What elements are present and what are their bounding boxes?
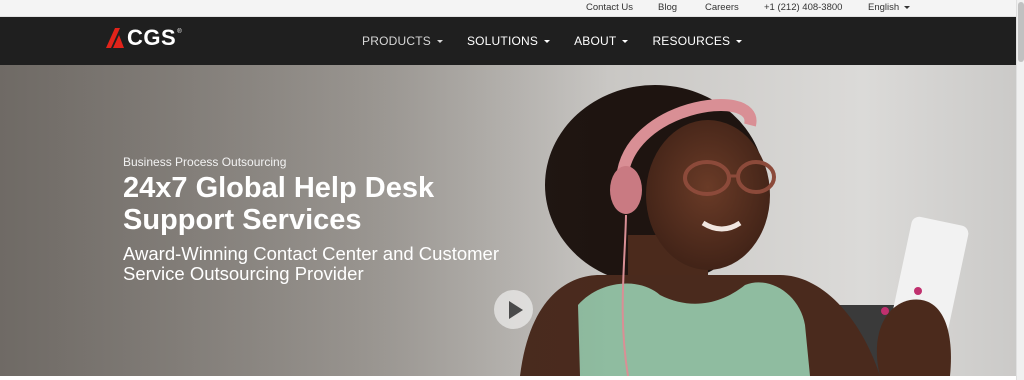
chevron-down-icon [904,6,911,9]
nav-menu: PRODUCTS SOLUTIONS ABOUT RESOURCES [362,17,766,65]
careers-link[interactable]: Careers [705,2,739,13]
hero-headline: 24x7 Global Help Desk Support Services [123,172,499,236]
chevron-down-icon [544,39,551,43]
main-navigation: CGS ® PRODUCTS SOLUTIONS ABOUT RESOURCES [0,17,1016,65]
nav-item-label: ABOUT [574,34,617,48]
nav-item-products[interactable]: PRODUCTS [362,34,443,48]
nav-item-label: SOLUTIONS [466,34,539,48]
language-label: English [868,2,900,13]
logo-text: CGS [127,25,177,50]
nav-item-resources[interactable]: RESOURCES [652,34,743,48]
vertical-scrollbar[interactable] [1016,0,1024,380]
hero-text: Business Process Outsourcing 24x7 Global… [123,155,499,284]
utility-bar: Contact Us Blog Careers +1 (212) 408-380… [0,0,1016,17]
play-icon [508,300,523,319]
chevron-down-icon [436,39,443,43]
nav-item-about[interactable]: ABOUT [574,34,629,48]
page-bottom-strip [0,376,1016,380]
scrollbar-thumb[interactable] [1018,2,1024,62]
chevron-down-icon [736,39,743,43]
cgs-logo-mark-icon [106,28,124,48]
nav-item-solutions[interactable]: SOLUTIONS [466,34,551,48]
hero-subhead-line2: Service Outsourcing Provider [123,263,364,284]
hero-headline-line1: 24x7 Global Help Desk [123,172,435,204]
hero-subhead: Award-Winning Contact Center and Custome… [123,244,499,284]
blog-link[interactable]: Blog [658,2,677,13]
phone-link[interactable]: +1 (212) 408-3800 [764,2,842,13]
hero-eyebrow: Business Process Outsourcing [123,155,287,169]
hero-subhead-line1: Award-Winning Contact Center and Custome… [123,243,499,264]
nav-item-label: PRODUCTS [362,34,431,48]
nav-item-label: RESOURCES [652,34,731,48]
hero-headline-line2: Support Services [123,204,362,236]
chevron-down-icon [622,39,629,43]
hero-banner: Business Process Outsourcing 24x7 Global… [0,65,1016,376]
play-video-button[interactable] [494,290,533,329]
contact-us-link[interactable]: Contact Us [586,2,633,13]
site-logo[interactable]: CGS ® [106,27,182,49]
language-selector[interactable]: English [868,2,911,13]
registered-mark: ® [177,29,182,35]
